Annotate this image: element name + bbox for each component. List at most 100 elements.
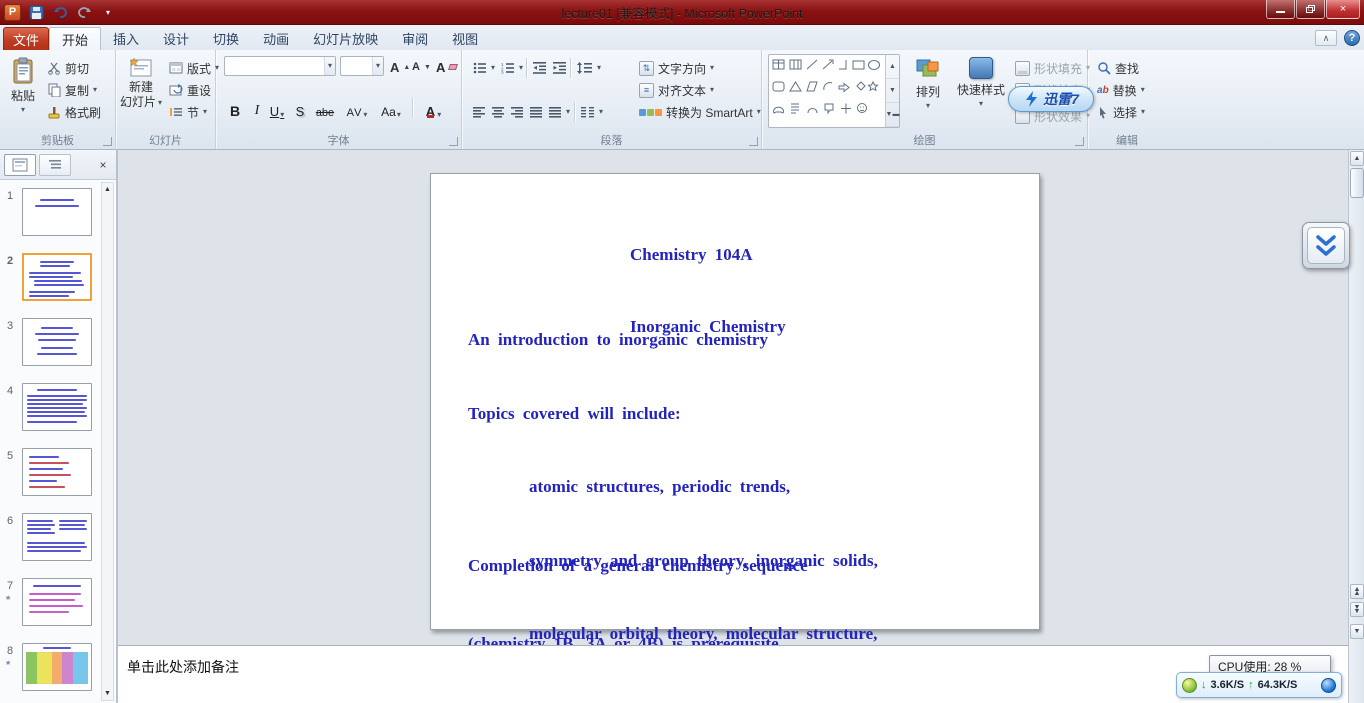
slide-thumbnail-8[interactable] (22, 643, 92, 691)
decrease-indent-button[interactable] (530, 58, 550, 78)
bullets-button[interactable]: ▾ (470, 58, 498, 78)
close-button[interactable]: × (1326, 0, 1360, 19)
tab-animations[interactable]: 动画 (251, 27, 301, 50)
italic-button[interactable]: I (249, 98, 265, 119)
align-text-button[interactable]: ≡ 对齐文本 ▾ (636, 80, 717, 100)
underline-button[interactable]: U ▾ (268, 98, 286, 119)
reset-button[interactable]: 重设 (166, 80, 214, 100)
shape-fill-button[interactable]: 形状填充 ▾ (1012, 58, 1093, 78)
panel-scrollbar[interactable]: ▲ ▼ (101, 182, 114, 701)
strikethrough-button[interactable]: abe (312, 98, 338, 119)
bullets-icon (473, 62, 486, 74)
align-center-button[interactable] (489, 102, 508, 122)
help-icon[interactable]: ? (1344, 30, 1360, 46)
arrange-button[interactable]: 排列 ▾ (904, 52, 952, 130)
minimize-ribbon-icon[interactable]: ∧ (1315, 30, 1337, 46)
align-left-button[interactable] (470, 102, 489, 122)
select-button[interactable]: 选择 ▾ (1094, 102, 1148, 122)
tab-slideshow[interactable]: 幻灯片放映 (301, 27, 390, 50)
font-size-combobox[interactable]: ▾ (340, 56, 384, 76)
paste-dropdown-icon: ▾ (20, 105, 25, 114)
slide-thumbnail-6[interactable] (22, 513, 92, 561)
distributed-button[interactable]: ▾ (546, 102, 573, 122)
shapes-gallery-scrollbar[interactable]: ▲ ▼ ▼▬ (885, 55, 899, 127)
thunder-download-badge[interactable]: 迅雷7 (1008, 86, 1094, 112)
slide-canvas[interactable]: Chemistry 104A Inorganic Chemistry An in… (430, 173, 1040, 703)
increase-indent-button[interactable] (550, 58, 570, 78)
tab-transitions[interactable]: 切换 (201, 27, 251, 50)
text-shadow-button[interactable]: S (291, 98, 309, 119)
replace-button[interactable]: ab 替换 ▾ (1094, 80, 1148, 100)
line-spacing-button[interactable]: ▾ (574, 58, 604, 78)
font-color-button[interactable]: A ▾ (418, 98, 448, 119)
slide-thumbnail-2-selected[interactable] (22, 253, 92, 301)
panel-scroll-down-icon[interactable]: ▼ (104, 687, 111, 700)
panel-scroll-up-icon[interactable]: ▲ (104, 183, 111, 196)
network-speed-widget[interactable]: ↓ 3.6K/S ↑ 64.3K/S (1176, 672, 1342, 698)
columns-button[interactable]: ▾ (578, 102, 606, 122)
find-button[interactable]: 查找 (1094, 58, 1142, 78)
scrollbar-thumb[interactable] (1350, 168, 1364, 198)
bold-button[interactable]: B (224, 98, 246, 119)
shrink-font-button[interactable]: A ▼ (410, 57, 433, 77)
format-painter-button[interactable]: 格式刷 (44, 102, 104, 122)
text-direction-button[interactable]: ⇅ 文字方向 ▾ (636, 58, 717, 78)
thunder-monitor-icon[interactable] (1321, 677, 1336, 693)
shapes-scroll-up-icon[interactable]: ▲ (886, 55, 899, 79)
clipboard-dialog-launcher-icon[interactable] (103, 137, 112, 146)
tab-slides-thumbnails[interactable] (4, 153, 36, 176)
drawing-dialog-launcher-icon[interactable] (1075, 137, 1084, 146)
scroll-up-icon[interactable]: ▲ (1350, 151, 1364, 166)
paragraph-dialog-launcher-icon[interactable] (749, 137, 758, 146)
slide-thumbnail-5[interactable] (22, 448, 92, 496)
shapes-gallery[interactable]: ▲ ▼ ▼▬ (768, 54, 900, 128)
cut-button[interactable]: 剪切 (44, 58, 92, 78)
slide-thumbnail-1[interactable] (22, 188, 92, 236)
notes-pane[interactable]: 单击此处添加备注 (118, 645, 1348, 703)
font-dialog-launcher-icon[interactable] (449, 137, 458, 146)
find-icon (1098, 62, 1111, 75)
tab-outline[interactable] (39, 153, 71, 176)
thunder-float-button[interactable] (1302, 222, 1350, 269)
quick-styles-button[interactable]: 快速样式 ▾ (954, 52, 1008, 130)
reset-label: 重设 (187, 83, 212, 98)
panel-close-icon[interactable]: × (94, 156, 112, 174)
slide-thumbnail-7[interactable] (22, 578, 92, 626)
minimize-button[interactable] (1266, 0, 1295, 19)
section-button[interactable]: 节 ▾ (166, 102, 210, 122)
thunder-badge-label: 迅雷7 (1043, 91, 1079, 107)
character-spacing-button[interactable]: AV ▾ (342, 98, 372, 119)
restore-button[interactable] (1296, 0, 1325, 19)
tab-file[interactable]: 文件 (3, 27, 49, 50)
numbering-button[interactable]: 123 ▾ (498, 58, 526, 78)
copy-button[interactable]: 复制 ▾ (44, 80, 100, 100)
grow-font-button[interactable]: A ▲ (388, 57, 412, 77)
slide-thumbnail-4[interactable] (22, 383, 92, 431)
tab-view[interactable]: 视图 (440, 27, 490, 50)
group-clipboard: 粘贴 ▾ 剪切 复制 ▾ 格式刷 剪贴板 (0, 50, 116, 149)
new-slide-button[interactable]: 新建 幻灯片 ▾ (118, 52, 164, 130)
convert-smartart-button[interactable]: 转换为 SmartArt ▾ (636, 102, 764, 122)
change-case-button[interactable]: Aa ▾ (376, 98, 406, 119)
tab-review[interactable]: 审阅 (390, 27, 440, 50)
font-name-combobox[interactable]: ▾ (224, 56, 336, 76)
underline-dropdown-icon: ▾ (280, 110, 285, 119)
slide-footer-line: Completion of a general chemistry sequen… (468, 556, 808, 575)
next-slide-button[interactable]: ▼ ▼ (1350, 602, 1364, 617)
vertical-scrollbar[interactable]: ▲ ▲ ▲ ▼ ▼ ▼ (1348, 150, 1364, 703)
shapes-more-icon[interactable]: ▼▬ (886, 103, 899, 127)
justify-button[interactable] (527, 102, 546, 122)
tab-design[interactable]: 设计 (151, 27, 201, 50)
tab-home[interactable]: 开始 (49, 27, 102, 50)
shapes-scroll-down-icon[interactable]: ▼ (886, 79, 899, 103)
tab-insert[interactable]: 插入 (101, 27, 151, 50)
layout-button[interactable]: 版式 ▾ (166, 58, 222, 78)
slide-thumbnail-3[interactable] (22, 318, 92, 366)
clear-formatting-button[interactable]: A (434, 57, 459, 77)
window-title: lecture01 [兼容模式] - Microsoft PowerPoint (561, 7, 803, 21)
align-right-button[interactable] (508, 102, 527, 122)
paste-button[interactable]: 粘贴 ▾ (4, 52, 42, 130)
scroll-down-icon[interactable]: ▼ (1350, 624, 1364, 639)
increase-indent-icon (553, 62, 566, 74)
previous-slide-button[interactable]: ▲ ▲ (1350, 584, 1364, 599)
